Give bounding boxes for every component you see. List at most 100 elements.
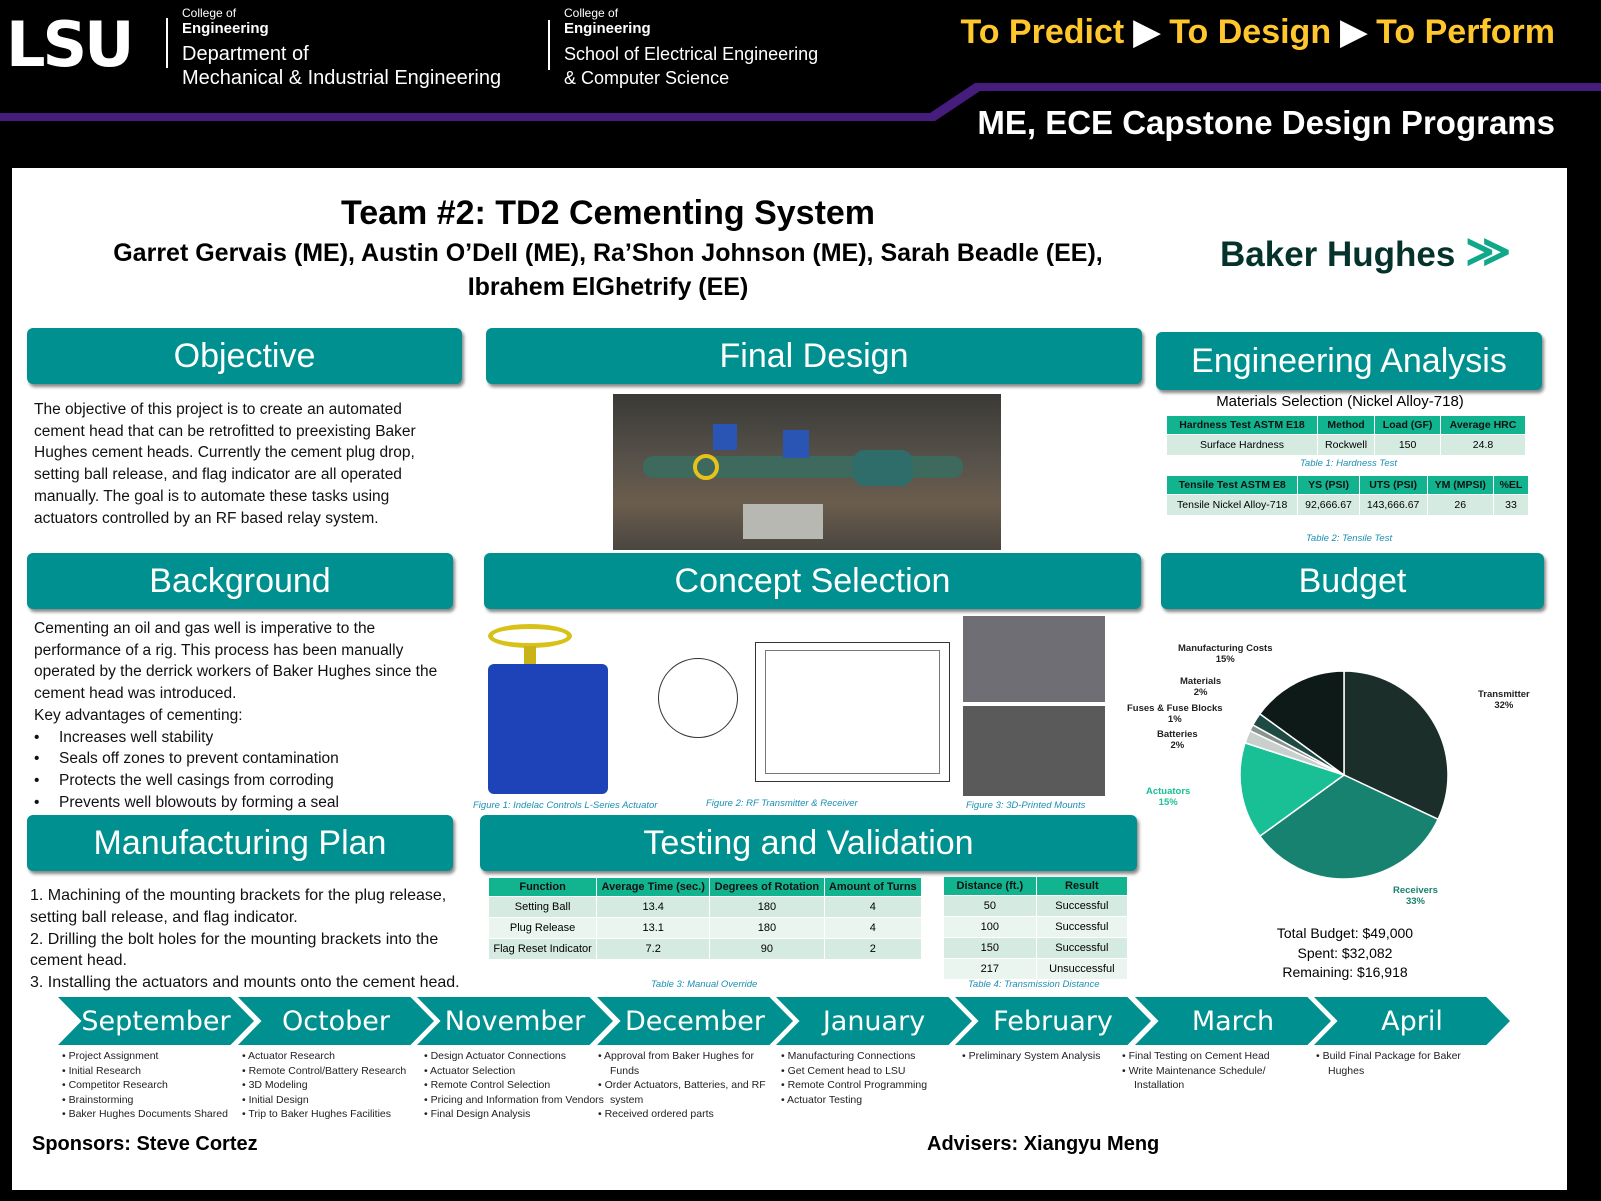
pie-label-batteries: Batteries 2% [1157,729,1198,751]
table1-caption: Table 1: Hardness Test [1300,458,1397,469]
objective-header: Objective [27,328,462,384]
list-item: Actuator Research [242,1049,422,1064]
materials-subtitle: Materials Selection (Nickel Alloy-718) [1216,393,1464,410]
list-item: Initial Research [62,1064,242,1079]
actuator-image [480,620,630,800]
timeline-month-january: January [776,997,972,1045]
budget-header: Budget [1161,553,1544,609]
testing-header: Testing and Validation [480,815,1137,871]
list-item: Order Actuators, Batteries, and RF syste… [598,1078,773,1107]
hardness-table: Hardness Test ASTM E18 Method Load (GF) Ave… [1167,416,1527,455]
timeline-month-march: March [1135,997,1331,1045]
background-header: Background [27,553,453,609]
timeline-month-october: October [238,997,434,1045]
timeline-items: Project AssignmentInitial ResearchCompet… [62,1049,242,1122]
college-label-ece: College of Engineering [564,6,651,37]
pie-label-fuses: Fuses & Fuse Blocks 1% [1127,703,1223,725]
table-row: Setting Ball 13.4 180 4 [489,896,923,918]
list-item: Remote Control Selection [424,1078,604,1093]
manual-override-table: Function Average Time (sec.) Degrees of Ro… [489,878,923,959]
timeline-month-september: September [58,997,254,1045]
timeline-items: Design Actuator ConnectionsActuator Sele… [424,1049,604,1122]
budget-pie-chart [1239,670,1449,880]
list-item: Received ordered parts [598,1107,773,1122]
concept-selection-header: Concept Selection [484,553,1141,609]
list-item: Remote Control Programming [781,1078,961,1093]
list-item: Competitor Research [62,1078,242,1093]
timeline-items: Preliminary System Analysis [962,1049,1142,1064]
list-item: Final Design Analysis [424,1107,604,1122]
table2-caption: Table 2: Tensile Test [1306,533,1393,544]
list-item: Trip to Baker Hughes Facilities [242,1107,422,1122]
tensile-table: Tensile Test ASTM E8 YS (PSI) UTS (PSI) YM … [1167,476,1530,515]
figure1-caption: Figure 1: Indelac Controls L-Series Actu… [473,800,658,811]
program-title: ME, ECE Capstone Design Programs [977,104,1555,141]
pie-label-receivers: Receivers 33% [1393,885,1438,907]
poster-title: Team #2: TD2 Cementing System [340,194,876,232]
table-row: 50 Successful [944,895,1129,917]
list-item: Increases well stability [34,727,464,749]
mount-image-2 [963,706,1105,796]
list-item: Remote Control/Battery Research [242,1064,422,1079]
rf-transmitter-receiver-diagram [640,628,955,788]
list-item: Approval from Baker Hughes for Funds [598,1049,773,1078]
manufacturing-plan-header: Manufacturing Plan [27,815,453,871]
tagline: To Predict ▶ To Design ▶ To Perform [960,13,1555,51]
list-item: Preliminary System Analysis [962,1049,1142,1064]
figure3-caption: Figure 3: 3D-Printed Mounts [966,800,1086,811]
list-item: Manufacturing Connections [781,1049,961,1064]
table-row: Surface Hardness Rockwell 150 24.8 [1167,434,1527,455]
timeline-month-december: December [597,997,793,1045]
list-item: Write Maintenance Schedule/ Installation [1122,1064,1302,1093]
table3-caption: Table 3: Manual Override [651,979,758,990]
list-item: Project Assignment [62,1049,242,1064]
mount-image-1 [963,616,1105,702]
timeline-items: Approval from Baker Hughes for FundsOrde… [598,1049,773,1122]
list-item: Pricing and Information from Vendors [424,1093,604,1108]
timeline-items: Build Final Package for Baker Hughes [1316,1049,1496,1078]
list-item: Initial Design [242,1093,422,1108]
team-members: Garret Gervais (ME), Austin O’Dell (ME),… [113,239,1103,301]
pie-label-actuators: Actuators 15% [1146,786,1191,808]
table-row: Flag Reset Indicator 7.2 90 2 [489,938,923,959]
list-item: Brainstorming [62,1093,242,1108]
list-item: Final Testing on Cement Head [1122,1049,1302,1064]
figure2-caption: Figure 2: RF Transmitter & Receiver [706,798,858,809]
engineering-analysis-header: Engineering Analysis [1156,332,1542,390]
final-design-header: Final Design [486,328,1142,384]
table-row: 217 Unsuccessful [944,958,1129,979]
timeline-month-april: April [1314,997,1510,1045]
baker-hughes-logo: Baker Hughes ≫ [1220,227,1512,276]
list-item: Design Actuator Connections [424,1049,604,1064]
timeline-items: Actuator ResearchRemote Control/Battery … [242,1049,422,1122]
arrow-icon: ▶ [1340,13,1367,51]
table-row: 150 Successful [944,937,1129,959]
list-item: Get Cement head to LSU [781,1064,961,1079]
list-item: Actuator Selection [424,1064,604,1079]
objective-text: The objective of this project is to crea… [34,401,416,527]
list-item: Prevents well blowouts by forming a seal [34,792,464,814]
timeline-items: Manufacturing ConnectionsGet Cement head… [781,1049,961,1107]
list-item: Protects the well casings from corroding [34,770,464,792]
background-text: Cementing an oil and gas well is imperat… [34,618,464,813]
final-design-photo [613,394,1001,550]
pie-label-materials: Materials 2% [1180,676,1222,698]
table4-caption: Table 4: Transmission Distance [968,979,1100,990]
table-row: Plug Release 13.1 180 4 [489,917,923,939]
list-item: Build Final Package for Baker Hughes [1316,1049,1496,1078]
list-item: Seals off zones to prevent contamination [34,748,464,770]
pie-label-transmitter: Transmitter 32% [1478,689,1530,711]
timeline-month-november: November [417,997,613,1045]
college-label-me: College of Engineering [182,6,269,37]
timeline-items: Final Testing on Cement HeadWrite Mainte… [1122,1049,1302,1093]
sponsors: Sponsors: Steve Cortez [32,1133,258,1155]
list-item: Actuator Testing [781,1093,961,1108]
table-row: Tensile Nickel Alloy-718 92,666.67 143,666… [1167,494,1530,515]
advisers: Advisers: Xiangyu Meng [927,1133,1160,1155]
lsu-logo: LSU [6,8,135,81]
timeline-month-february: February [955,997,1151,1045]
manufacturing-steps: 1. Machining of the mounting brackets fo… [30,887,460,992]
budget-summary: Total Budget: $49,000 Spent: $32,082 Remai… [1276,925,1414,980]
table-row: 100 Successful [944,916,1129,938]
transmission-distance-table: Distance (ft.) Result 50 Successful 100 Suc… [944,877,1129,979]
